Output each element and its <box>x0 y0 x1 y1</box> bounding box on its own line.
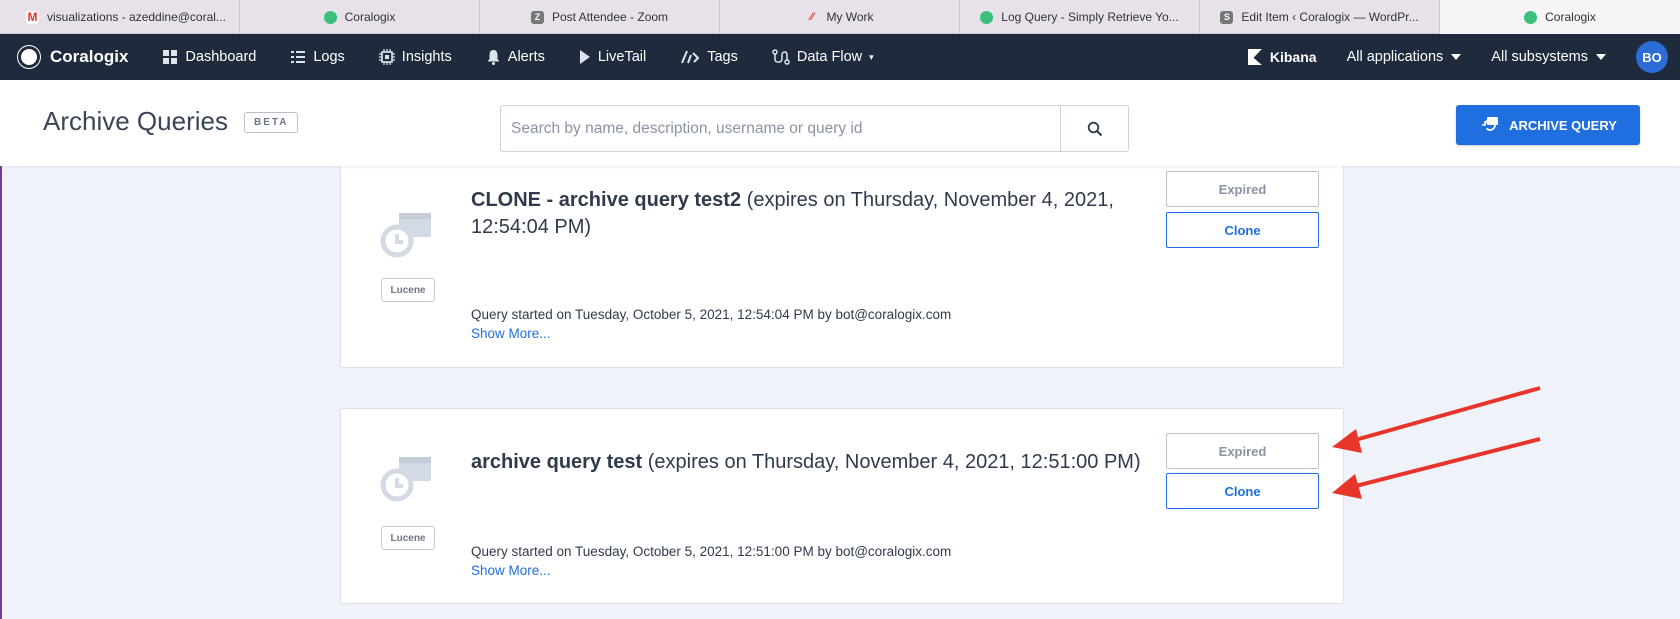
brand-name: Coralogix <box>50 47 129 66</box>
gmail-icon: M <box>26 10 39 24</box>
expired-button[interactable]: Expired <box>1166 171 1319 207</box>
kibana-link[interactable]: Kibana <box>1247 49 1317 65</box>
archive-query-icon <box>380 457 431 502</box>
nav-logs[interactable]: Logs <box>290 49 345 65</box>
browser-tab-active[interactable]: Coralogix <box>1440 0 1680 34</box>
query-language-badge: Lucene <box>381 278 435 302</box>
tab-title: visualizations - azeddine@coral... <box>47 10 226 24</box>
show-more-link[interactable]: Show More... <box>471 326 551 341</box>
nav-label: Tags <box>707 49 738 65</box>
browser-tab[interactable]: Coralogix <box>240 0 480 34</box>
tab-title: Log Query - Simply Retrieve Yo... <box>1001 10 1179 24</box>
tab-title: My Work <box>826 10 874 24</box>
nav-label: Data Flow <box>796 49 863 65</box>
clone-button[interactable]: Clone <box>1166 212 1319 248</box>
query-card: Lucene archive query test (expires on Th… <box>340 408 1344 604</box>
nav-label: Dashboard <box>185 49 257 65</box>
chevron-down-icon: ▾ <box>869 51 874 62</box>
app-navbar: Coralogix Dashboard Logs Insights Alerts… <box>0 34 1680 80</box>
wordpress-icon: S <box>1220 10 1234 24</box>
page-header: Archive Queries BETA ARCHIVE QUERY <box>0 80 1680 166</box>
insights-icon <box>378 49 395 65</box>
tab-title: Coralogix <box>1545 10 1596 24</box>
nav-label: Alerts <box>507 49 545 65</box>
browser-tab-strip: M visualizations - azeddine@coral... Cor… <box>0 0 1680 34</box>
archive-query-button[interactable]: ARCHIVE QUERY <box>1456 105 1640 145</box>
data-flow-icon <box>772 49 790 65</box>
page-title: Archive Queries <box>43 106 228 136</box>
brand-logo[interactable]: Coralogix <box>18 46 128 68</box>
query-expiry: (expires on Thursday, November 4, 2021, … <box>647 451 1141 473</box>
nav-label: Insights <box>401 49 452 65</box>
caret-down-icon <box>1451 54 1462 60</box>
kibana-icon <box>1247 49 1262 65</box>
annotation-arrow <box>1332 386 1541 453</box>
nav-label: LiveTail <box>597 49 647 65</box>
search-box <box>500 105 1129 152</box>
nav-dashboard[interactable]: Dashboard <box>162 49 256 65</box>
nav-data-flow[interactable]: Data Flow ▾ <box>772 49 874 65</box>
nav-insights[interactable]: Insights <box>378 49 452 65</box>
query-name: CLONE - archive query test2 <box>471 189 742 211</box>
nav-label: Logs <box>313 49 345 65</box>
browser-tab[interactable]: ⁄⁄ My Work <box>720 0 960 34</box>
annotation-arrows <box>1332 386 1541 499</box>
search-icon <box>1087 121 1102 136</box>
archive-query-label: ARCHIVE QUERY <box>1509 117 1617 133</box>
browser-tab[interactable]: Log Query - Simply Retrieve Yo... <box>960 0 1200 34</box>
tab-title: Coralogix <box>344 10 396 24</box>
query-name: archive query test <box>471 451 643 473</box>
nav-livetail[interactable]: LiveTail <box>579 49 646 65</box>
archive-query-icon <box>1482 117 1499 131</box>
query-title: CLONE - archive query test2 (expires on … <box>471 187 1131 241</box>
logs-icon <box>291 51 306 63</box>
bell-icon <box>487 50 500 65</box>
tab-title: Edit Item ‹ Coralogix — WordPr... <box>1241 10 1419 24</box>
avatar[interactable]: BO <box>1636 41 1668 73</box>
dashboard-icon <box>163 50 178 64</box>
browser-tab[interactable]: S Edit Item ‹ Coralogix — WordPr... <box>1200 0 1440 34</box>
monday-icon: ⁄⁄ <box>810 11 814 23</box>
coralogix-icon <box>323 10 337 24</box>
query-started: Query started on Tuesday, October 5, 202… <box>471 544 952 559</box>
browser-tab[interactable]: Z Post Attendee - Zoom <box>480 0 720 34</box>
query-title: archive query test (expires on Thursday,… <box>471 449 1191 476</box>
tab-title: Post Attendee - Zoom <box>551 10 669 24</box>
coralogix-logo-icon <box>18 46 40 68</box>
browser-tab[interactable]: M visualizations - azeddine@coral... <box>0 0 240 34</box>
search-button[interactable] <box>1060 106 1128 151</box>
expired-button[interactable]: Expired <box>1166 433 1319 469</box>
annotation-arrow <box>1332 437 1541 499</box>
tags-icon <box>681 50 700 64</box>
subsystems-label: All subsystems <box>1491 49 1588 65</box>
navbar-right: Kibana All applications All subsystems B… <box>1247 34 1680 80</box>
clone-button[interactable]: Clone <box>1166 473 1319 509</box>
query-language-badge: Lucene <box>381 526 435 550</box>
search-input[interactable] <box>501 106 1060 151</box>
query-started: Query started on Tuesday, October 5, 202… <box>471 307 952 322</box>
coralogix-icon <box>980 10 994 24</box>
show-more-link[interactable]: Show More... <box>471 563 551 578</box>
beta-badge: BETA <box>244 112 299 133</box>
nav-alerts[interactable]: Alerts <box>486 49 545 65</box>
subsystems-dropdown[interactable]: All subsystems <box>1491 49 1606 65</box>
play-icon <box>579 50 590 64</box>
applications-dropdown[interactable]: All applications <box>1347 49 1462 65</box>
archive-query-icon <box>380 213 431 258</box>
zoom-icon: Z <box>530 10 544 24</box>
nav-tags[interactable]: Tags <box>680 49 738 65</box>
coralogix-icon <box>1524 10 1538 24</box>
kibana-label: Kibana <box>1269 49 1317 65</box>
caret-down-icon <box>1596 54 1606 60</box>
applications-label: All applications <box>1346 49 1444 65</box>
